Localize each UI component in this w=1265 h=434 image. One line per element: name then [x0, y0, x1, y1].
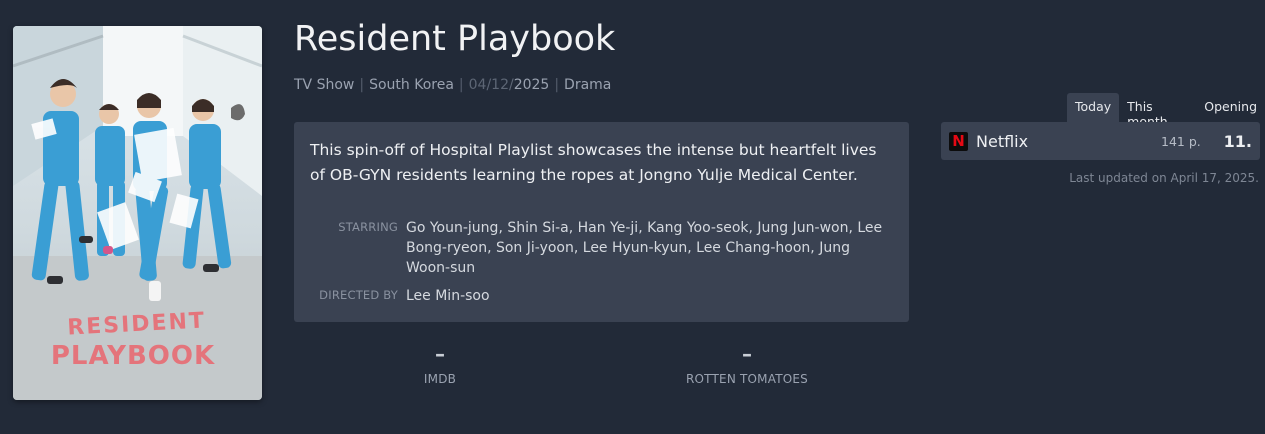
ranking-row-netflix[interactable]: N Netflix 141 p. 11.: [941, 122, 1260, 160]
show-date-day: 04/12/: [468, 77, 514, 93]
directed-label: DIRECTED BY: [319, 288, 398, 302]
synopsis-text: This spin-off of Hospital Playlist showc…: [310, 141, 877, 184]
show-country[interactable]: South Korea: [369, 77, 454, 93]
rotten-tomatoes-label: ROTTEN TOMATOES: [686, 372, 808, 386]
show-genre[interactable]: Drama: [564, 77, 611, 93]
rotten-tomatoes-rating: – ROTTEN TOMATOES: [667, 344, 827, 386]
show-type[interactable]: TV Show: [294, 77, 354, 93]
synopsis-card: This spin-off of Hospital Playlist showc…: [294, 122, 909, 322]
ranking-position: 11.: [1223, 132, 1252, 151]
imdb-label: IMDB: [423, 372, 457, 386]
meta-divider: |: [359, 77, 365, 93]
starring-label: STARRING: [338, 220, 398, 234]
directed-row: DIRECTED BY Lee Min-soo: [294, 286, 896, 306]
netflix-logo-icon: N: [949, 132, 968, 151]
platform-name[interactable]: Netflix: [976, 132, 1028, 151]
poster-title-line2: PLAYBOOK: [51, 341, 215, 371]
meta-divider: |: [554, 77, 560, 93]
director-value: Lee Min-soo: [406, 288, 490, 304]
ranking-points: 141 p.: [1161, 134, 1201, 149]
show-date-year[interactable]: 2025: [514, 77, 550, 93]
starring-row: STARRING Go Youn-jung, Shin Si-a, Han Ye…: [294, 218, 896, 278]
last-updated: Last updated on April 17, 2025.: [1069, 171, 1259, 185]
show-meta: TV Show | South Korea | 04/12/2025 | Drama: [294, 77, 611, 93]
starring-value: Go Youn-jung, Shin Si-a, Han Ye-ji, Kang…: [406, 220, 883, 276]
imdb-score: –: [435, 342, 445, 366]
imdb-rating: – IMDB: [360, 344, 520, 386]
rotten-tomatoes-score: –: [742, 342, 752, 366]
poster-image: RESIDENT PLAYBOOK: [13, 26, 262, 400]
page-title: Resident Playbook: [294, 19, 616, 59]
meta-divider: |: [458, 77, 464, 93]
